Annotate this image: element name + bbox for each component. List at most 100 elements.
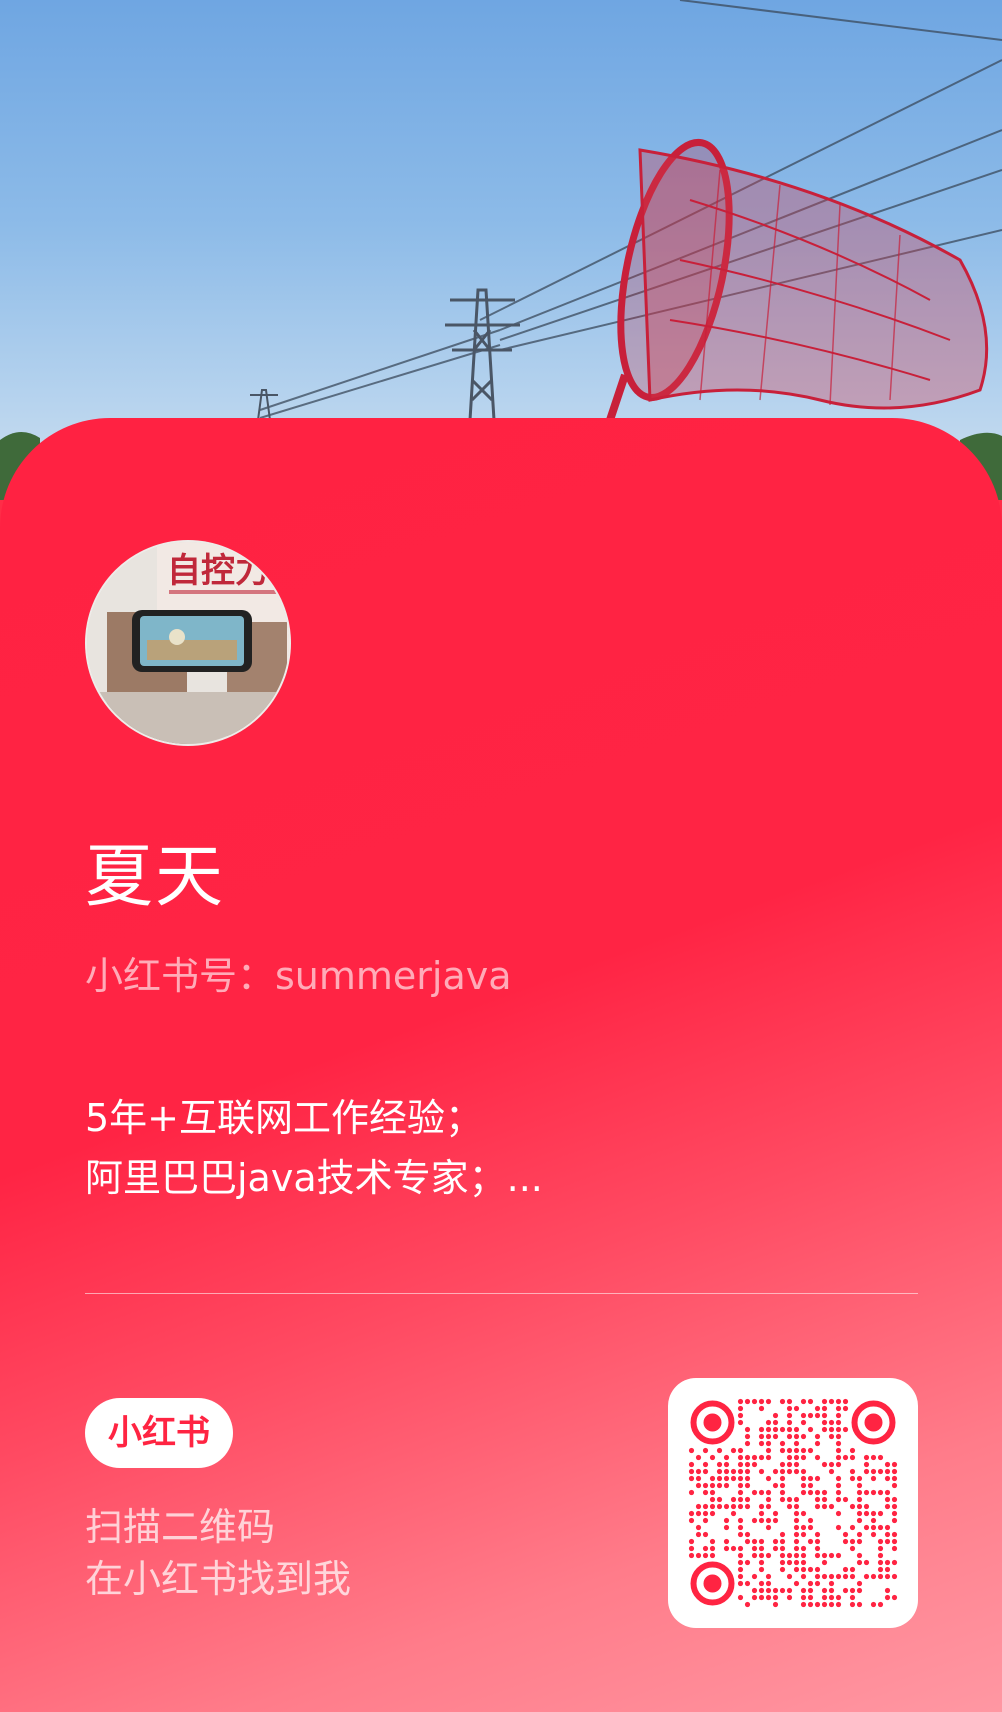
qr-dot — [891, 1531, 898, 1538]
qr-dot — [688, 1517, 695, 1524]
qr-dot — [821, 1489, 828, 1496]
qr-dot — [793, 1454, 800, 1461]
qr-dot — [849, 1538, 856, 1545]
qr-dot — [702, 1503, 709, 1510]
qr-dot — [779, 1489, 786, 1496]
qr-dot — [891, 1482, 898, 1489]
qr-code[interactable] — [668, 1378, 918, 1628]
qr-dot — [737, 1412, 744, 1419]
qr-dot — [737, 1517, 744, 1524]
qr-dot — [870, 1489, 877, 1496]
bio-line: 阿里巴巴java技术专家；... — [85, 1156, 543, 1200]
qr-dot — [849, 1566, 856, 1573]
qr-dot — [884, 1531, 891, 1538]
qr-dot — [772, 1482, 779, 1489]
qr-dot — [877, 1552, 884, 1559]
qr-dot — [772, 1412, 779, 1419]
qr-dot — [737, 1482, 744, 1489]
qr-dot — [800, 1573, 807, 1580]
qr-dot — [779, 1447, 786, 1454]
qr-dot — [786, 1447, 793, 1454]
qr-dot — [730, 1475, 737, 1482]
qr-dot — [758, 1468, 765, 1475]
qr-finder-dot — [703, 1413, 722, 1432]
qr-dot — [737, 1531, 744, 1538]
qr-dot — [744, 1601, 751, 1608]
qr-dot — [765, 1573, 772, 1580]
qr-dot — [821, 1419, 828, 1426]
qr-dot — [835, 1454, 842, 1461]
qr-dot — [716, 1468, 723, 1475]
qr-dot — [849, 1475, 856, 1482]
qr-dot — [758, 1440, 765, 1447]
qr-dot — [884, 1475, 891, 1482]
qr-dot — [779, 1566, 786, 1573]
qr-dot — [772, 1594, 779, 1601]
qr-dot — [744, 1426, 751, 1433]
qr-dot — [751, 1545, 758, 1552]
qr-dot — [695, 1503, 702, 1510]
qr-dot — [765, 1426, 772, 1433]
qr-dot — [863, 1510, 870, 1517]
qr-dot — [695, 1475, 702, 1482]
qr-dot — [884, 1559, 891, 1566]
avatar[interactable]: 自控力 — [85, 540, 291, 746]
qr-dot — [786, 1594, 793, 1601]
qr-dot — [723, 1475, 730, 1482]
qr-dot — [821, 1559, 828, 1566]
qr-dot — [772, 1419, 779, 1426]
qr-dot — [835, 1524, 842, 1531]
profile-share-card-page: 自控力 夏天 小红书号：summerjava 5年+互联网工作经验； 阿里巴巴j… — [0, 0, 1002, 1712]
qr-dot — [891, 1510, 898, 1517]
qr-dot — [849, 1468, 856, 1475]
qr-dot — [884, 1566, 891, 1573]
qr-dot — [786, 1552, 793, 1559]
qr-dot — [814, 1580, 821, 1587]
qr-dot — [723, 1454, 730, 1461]
qr-dot — [807, 1412, 814, 1419]
qr-dot — [765, 1524, 772, 1531]
qr-dot — [709, 1538, 716, 1545]
qr-dot — [786, 1454, 793, 1461]
qr-dot — [863, 1503, 870, 1510]
qr-dot — [709, 1552, 716, 1559]
qr-dot — [793, 1545, 800, 1552]
qr-dot — [800, 1454, 807, 1461]
qr-dot — [807, 1580, 814, 1587]
scan-hint: 扫描二维码 在小红书找到我 — [85, 1501, 351, 1605]
qr-dot — [751, 1461, 758, 1468]
qr-dot — [856, 1517, 863, 1524]
qr-dot — [702, 1545, 709, 1552]
qr-dot — [856, 1489, 863, 1496]
qr-finder-dot — [864, 1413, 883, 1432]
qr-dot — [765, 1580, 772, 1587]
qr-dot — [716, 1475, 723, 1482]
qr-dot — [765, 1398, 772, 1405]
qr-dot — [821, 1405, 828, 1412]
qr-code-icon — [688, 1398, 898, 1608]
qr-dot — [695, 1531, 702, 1538]
qr-dot — [688, 1475, 695, 1482]
qr-dot — [877, 1538, 884, 1545]
bio-line: 5年+互联网工作经验； — [85, 1096, 484, 1140]
qr-dot — [807, 1447, 814, 1454]
qr-dot — [723, 1503, 730, 1510]
qr-dot — [758, 1426, 765, 1433]
qr-dot — [814, 1503, 821, 1510]
qr-dot — [821, 1496, 828, 1503]
qr-dot — [751, 1454, 758, 1461]
qr-dot — [800, 1412, 807, 1419]
qr-dot — [870, 1468, 877, 1475]
qr-dot — [863, 1559, 870, 1566]
qr-dot — [807, 1482, 814, 1489]
qr-dot — [772, 1468, 779, 1475]
qr-dot — [835, 1461, 842, 1468]
qr-dot — [842, 1496, 849, 1503]
qr-dot — [779, 1475, 786, 1482]
qr-dot — [793, 1468, 800, 1475]
qr-dot — [842, 1538, 849, 1545]
qr-dot — [737, 1454, 744, 1461]
qr-dot — [723, 1545, 730, 1552]
qr-dot — [814, 1552, 821, 1559]
qr-dot — [751, 1594, 758, 1601]
